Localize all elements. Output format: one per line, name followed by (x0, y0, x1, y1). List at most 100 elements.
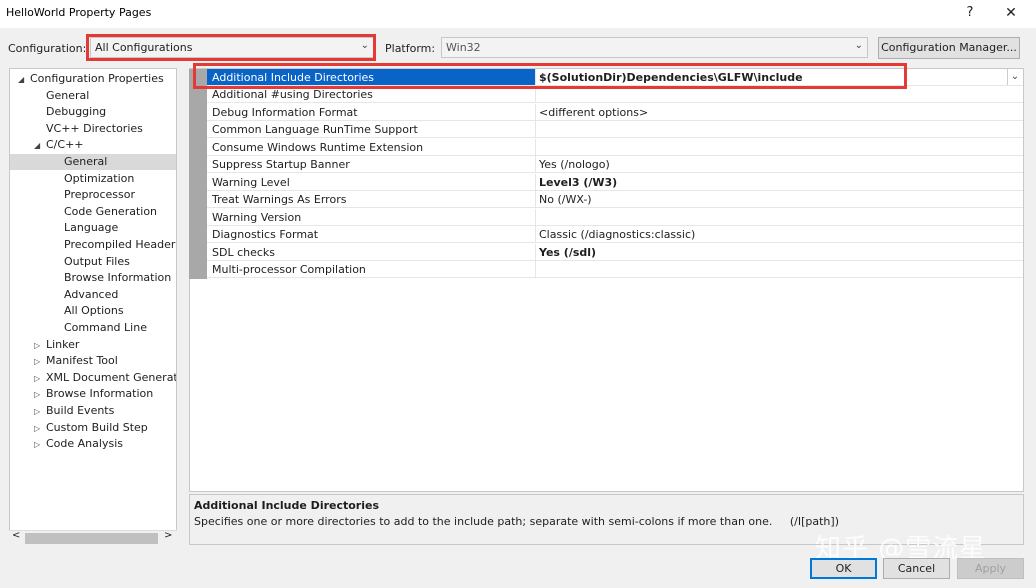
tree-item-label: Browse Information (64, 271, 172, 285)
expand-arrow-icon[interactable]: ▷ (34, 404, 46, 420)
tree-item[interactable]: Browse Information (52, 270, 171, 286)
scroll-right-icon[interactable]: > (164, 530, 172, 541)
tree-item-label: Debugging (46, 105, 107, 119)
tree-item[interactable]: Command Line (52, 320, 147, 336)
platform-dropdown[interactable]: Win32 ⌄ (441, 37, 868, 58)
property-name: Additional #using Directories (212, 88, 373, 102)
tree-item-label: C/C++ (46, 138, 84, 152)
tree-item[interactable]: VC++ Directories (34, 121, 143, 137)
property-value: <different options> (539, 105, 649, 119)
scrollbar-thumb[interactable] (25, 533, 158, 544)
property-row[interactable]: Multi-processor Compilation (207, 260, 1023, 278)
tree-item[interactable]: ▷ Manifest Tool (34, 353, 118, 369)
tree-item[interactable]: ▷ Build Events (34, 403, 114, 419)
property-value: Yes (/sdl) (539, 245, 597, 259)
tree-item[interactable]: Advanced (52, 287, 118, 303)
configuration-manager-button[interactable]: Configuration Manager... (878, 37, 1020, 59)
property-row[interactable]: SDL checks Yes (/sdl) (207, 243, 1023, 261)
property-row[interactable]: Treat Warnings As Errors No (/WX-) (207, 191, 1023, 209)
property-name: Common Language RunTime Support (212, 123, 418, 137)
tree-item[interactable]: ▷ Linker (34, 337, 79, 353)
ok-button[interactable]: OK (810, 558, 877, 579)
property-name: Warning Version (212, 210, 302, 224)
expand-arrow-icon[interactable]: ▷ (34, 421, 46, 437)
column-divider (535, 226, 536, 243)
expand-arrow-icon[interactable]: ▷ (34, 387, 46, 403)
property-row[interactable]: Warning Version (207, 208, 1023, 226)
configuration-label: Configuration: (8, 42, 87, 55)
tree-item[interactable]: ▷ Browse Information (34, 386, 153, 402)
column-divider (535, 156, 536, 173)
property-name: Multi-processor Compilation (212, 262, 366, 276)
expand-arrow-icon[interactable]: ▷ (34, 437, 46, 453)
tree-item-label: Configuration Properties (30, 72, 164, 85)
property-row[interactable]: Suppress Startup Banner Yes (/nologo) (207, 156, 1023, 174)
tree-item[interactable]: ▷ XML Document Generator (34, 370, 176, 387)
tree-item[interactable]: Output Files (52, 254, 130, 270)
column-divider (535, 103, 536, 120)
column-divider (535, 208, 536, 225)
column-divider (535, 138, 536, 155)
tree-item-label: Advanced (64, 287, 119, 301)
property-value: Yes (/nologo) (539, 158, 610, 172)
tree-item-label: Preprocessor (64, 188, 136, 202)
column-divider (535, 191, 536, 208)
expand-arrow-icon[interactable]: ▷ (34, 338, 46, 354)
help-button[interactable]: ? (960, 2, 980, 24)
property-row[interactable]: Warning Level Level3 (/W3) (207, 173, 1023, 191)
tree-item[interactable]: Debugging (34, 104, 106, 120)
tree-item-label: Manifest Tool (46, 354, 118, 368)
tree-item-label: Command Line (64, 321, 147, 334)
tree-item[interactable]: ▷ Custom Build Step (34, 420, 148, 436)
tree-item[interactable]: General (10, 154, 176, 170)
tree-item-label: All Options (64, 304, 124, 318)
property-row[interactable]: Consume Windows Runtime Extension (207, 138, 1023, 156)
platform-value: Win32 (446, 41, 481, 54)
include-directories-highlight-box (193, 63, 907, 89)
property-row[interactable]: Diagnostics Format Classic (/diagnostics:… (207, 226, 1023, 244)
column-divider (535, 260, 536, 277)
tree-item-label: General (46, 88, 90, 102)
property-row[interactable]: Common Language RunTime Support (207, 121, 1023, 139)
tree-item[interactable]: ◢ C/C++ (34, 137, 84, 153)
close-button[interactable]: ✕ (1000, 2, 1022, 24)
property-value: No (/WX-) (539, 193, 592, 207)
tree-item-label: Optimization (64, 171, 135, 185)
chevron-down-icon: ⌄ (854, 40, 863, 51)
window-title: HelloWorld Property Pages (6, 6, 152, 19)
tree-item-label: Code Analysis (46, 437, 123, 451)
property-name: Diagnostics Format (212, 228, 319, 242)
tree-item[interactable]: General (34, 88, 89, 104)
tree-item[interactable]: Optimization (52, 171, 134, 187)
column-divider (535, 243, 536, 260)
tree-item-label: Code Generation (64, 204, 158, 218)
description-title: Additional Include Directories (194, 499, 380, 512)
property-tree[interactable]: ◢ Configuration Properties General Debuggin… (9, 68, 177, 545)
collapse-arrow-icon[interactable]: ◢ (18, 72, 30, 88)
tree-item-label: VC++ Directories (46, 121, 143, 135)
tree-item[interactable]: Precompiled Headers (52, 237, 177, 253)
column-divider (535, 121, 536, 138)
apply-button[interactable]: Apply (957, 558, 1024, 579)
property-value: Classic (/diagnostics:classic) (539, 228, 696, 242)
tree-item[interactable]: Preprocessor (52, 187, 135, 203)
collapse-arrow-icon[interactable]: ◢ (34, 138, 46, 154)
property-value: Level3 (/W3) (539, 175, 618, 189)
property-row[interactable]: Debug Information Format <different optio… (207, 103, 1023, 121)
tree-item-label: Precompiled Headers (64, 238, 177, 251)
tree-item-label: Output Files (64, 254, 130, 268)
tree-item[interactable]: ▷ Code Analysis (34, 436, 123, 452)
chevron-down-icon[interactable]: ⌄ (1007, 69, 1022, 85)
expand-arrow-icon[interactable]: ▷ (34, 371, 46, 387)
tree-item[interactable]: Code Generation (52, 204, 157, 220)
tree-item[interactable]: All Options (52, 303, 124, 319)
property-name: SDL checks (212, 245, 276, 259)
title-bar (0, 0, 1036, 28)
configuration-highlight-box (86, 34, 376, 61)
tree-item[interactable]: ◢ Configuration Properties (18, 71, 164, 87)
tree-item[interactable]: Language (52, 220, 118, 236)
property-name: Debug Information Format (212, 105, 358, 119)
cancel-button[interactable]: Cancel (883, 558, 950, 579)
expand-arrow-icon[interactable]: ▷ (34, 354, 46, 370)
scroll-left-icon[interactable]: < (12, 530, 20, 541)
